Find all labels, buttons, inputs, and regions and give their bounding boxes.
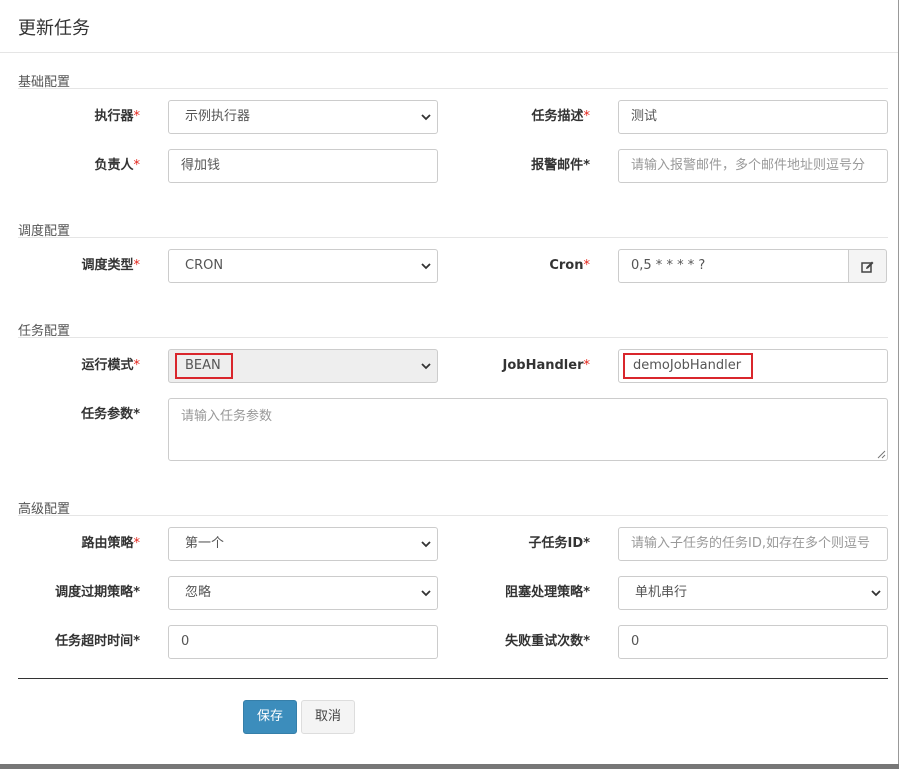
form-divider — [18, 678, 888, 679]
chevron-down-icon — [421, 114, 431, 121]
alarm-email-label: 报警邮件* — [531, 158, 590, 173]
schedule-type-value: CRON — [185, 258, 224, 273]
job-desc-input[interactable]: 测试 — [618, 100, 888, 134]
section-basic: 基础配置 — [18, 71, 888, 90]
executor-label: 执行器* — [94, 109, 140, 124]
chevron-down-icon — [871, 590, 881, 597]
edit-icon — [861, 261, 874, 273]
section-advanced: 高级配置 — [18, 498, 888, 517]
misfire-strategy-label: 调度过期策略* — [55, 585, 140, 600]
row-executor: 执行器* 示例执行器 任务描述* 测试 — [0, 100, 899, 134]
glue-type-value: BEAN — [175, 353, 233, 379]
job-param-label: 任务参数* — [81, 407, 140, 422]
author-value: 得加钱 — [181, 158, 221, 173]
executor-value: 示例执行器 — [185, 109, 251, 124]
row-misfire: 调度过期策略* 忽略 阻塞处理策略* 单机串行 — [0, 576, 899, 610]
row-route: 路由策略* 第一个 子任务ID* 请输入子任务的任务ID,如存在多个则逗号 — [0, 527, 899, 561]
fail-retry-value: 0 — [631, 634, 640, 649]
fail-retry-label: 失败重试次数* — [505, 634, 590, 649]
job-param-textarea[interactable]: 请输入任务参数 — [168, 398, 888, 461]
timeout-value: 0 — [181, 634, 190, 649]
schedule-type-label: 调度类型* — [81, 258, 140, 273]
block-strategy-value: 单机串行 — [635, 585, 688, 600]
route-strategy-value: 第一个 — [185, 536, 225, 551]
modal-title: 更新任务 — [18, 18, 90, 39]
job-handler-label: JobHandler* — [502, 358, 590, 373]
cancel-button[interactable]: 取消 — [301, 700, 355, 734]
section-task: 任务配置 — [18, 320, 888, 339]
row-timeout: 任务超时时间* 0 失败重试次数* 0 — [0, 625, 899, 659]
route-strategy-select[interactable]: 第一个 — [168, 527, 438, 561]
timeout-label: 任务超时时间* — [55, 634, 140, 649]
schedule-type-select[interactable]: CRON — [168, 249, 438, 283]
child-job-id-label: 子任务ID* — [528, 536, 590, 551]
child-job-id-placeholder: 请输入子任务的任务ID,如存在多个则逗号 — [631, 536, 870, 551]
block-strategy-label: 阻塞处理策略* — [505, 585, 590, 600]
cron-input[interactable]: 0,5 * * * * ? — [618, 249, 849, 283]
cron-value: 0,5 * * * * ? — [631, 258, 706, 273]
timeout-input[interactable]: 0 — [168, 625, 438, 659]
resize-handle-icon[interactable] — [877, 450, 886, 459]
job-desc-value: 测试 — [631, 109, 658, 124]
executor-select[interactable]: 示例执行器 — [168, 100, 438, 134]
backdrop — [0, 764, 899, 769]
save-button[interactable]: 保存 — [243, 700, 297, 734]
author-input[interactable]: 得加钱 — [168, 149, 438, 183]
glue-type-select[interactable]: BEAN — [168, 349, 438, 383]
alarm-email-placeholder: 请输入报警邮件，多个邮件地址则逗号分 — [631, 158, 866, 173]
author-label: 负责人* — [94, 158, 140, 173]
glue-type-label: 运行模式* — [81, 358, 140, 373]
cron-edit-button[interactable] — [848, 249, 887, 283]
child-job-id-input[interactable]: 请输入子任务的任务ID,如存在多个则逗号 — [618, 527, 888, 561]
misfire-strategy-value: 忽略 — [185, 585, 212, 600]
job-handler-value: demoJobHandler — [623, 353, 754, 379]
job-param-placeholder: 请输入任务参数 — [181, 409, 273, 424]
alarm-email-input[interactable]: 请输入报警邮件，多个邮件地址则逗号分 — [618, 149, 888, 183]
cron-label: Cron* — [549, 258, 590, 273]
section-schedule: 调度配置 — [18, 220, 888, 239]
row-author: 负责人* 得加钱 报警邮件* 请输入报警邮件，多个邮件地址则逗号分 — [0, 149, 899, 183]
chevron-down-icon — [421, 541, 431, 548]
chevron-down-icon — [421, 590, 431, 597]
job-handler-input[interactable]: demoJobHandler — [618, 349, 888, 383]
row-schedule-type: 调度类型* CRON Cron* 0,5 * * * * ? — [0, 249, 899, 283]
chevron-down-icon — [421, 263, 431, 270]
row-glue-type: 运行模式* BEAN JobHandler* demoJobHandler — [0, 349, 899, 383]
misfire-strategy-select[interactable]: 忽略 — [168, 576, 438, 610]
chevron-down-icon — [421, 363, 431, 370]
fail-retry-input[interactable]: 0 — [618, 625, 888, 659]
block-strategy-select[interactable]: 单机串行 — [618, 576, 888, 610]
modal-header: 更新任务 — [0, 0, 898, 53]
row-job-param: 任务参数* 请输入任务参数 — [0, 398, 899, 461]
job-desc-label: 任务描述* — [531, 109, 590, 124]
update-task-modal: 更新任务 基础配置 执行器* 示例执行器 任务描述* 测试 负责人* 得加钱 报… — [0, 0, 899, 764]
route-strategy-label: 路由策略* — [81, 536, 140, 551]
